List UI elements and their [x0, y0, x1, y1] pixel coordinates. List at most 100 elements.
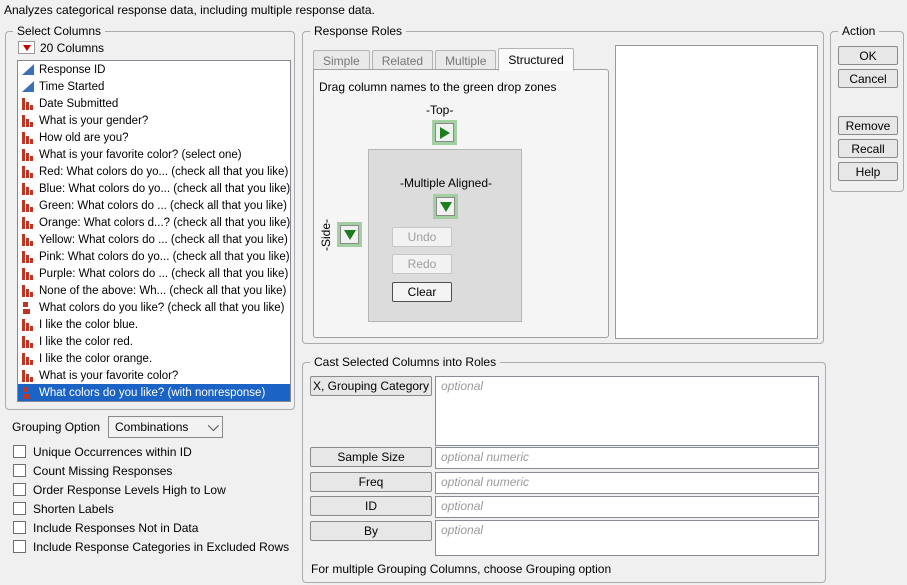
column-label: Green: What colors do ... (check all tha…: [39, 200, 287, 212]
column-label: I like the color orange.: [39, 353, 152, 365]
sample-size-field[interactable]: optional numeric: [435, 447, 819, 469]
list-item[interactable]: What is your favorite color?: [18, 367, 290, 384]
side-drop-zone-frame: [340, 225, 359, 244]
multiple-aligned-panel: -Multiple Aligned- Undo Redo Clear: [368, 149, 522, 322]
by-button[interactable]: By: [310, 521, 432, 541]
list-item[interactable]: Orange: What colors d...? (check all tha…: [18, 214, 290, 231]
list-item[interactable]: What is your favorite color? (select one…: [18, 146, 290, 163]
checkbox[interactable]: [13, 540, 26, 553]
id-placeholder: optional: [441, 499, 483, 513]
by-placeholder: optional: [441, 523, 483, 537]
cancel-button[interactable]: Cancel: [838, 69, 898, 88]
id-button[interactable]: ID: [310, 496, 432, 516]
nominal-column-icon: [22, 115, 34, 127]
dialog-description: Analyzes categorical response data, incl…: [4, 3, 375, 17]
checkbox-label: Count Missing Responses: [33, 464, 172, 478]
help-button[interactable]: Help: [838, 162, 898, 181]
id-field[interactable]: optional: [435, 496, 819, 518]
checkbox-label: Include Responses Not in Data: [33, 521, 198, 535]
chevron-down-icon: [208, 420, 219, 431]
nominal-column-icon: [22, 370, 34, 382]
response-roles-group: Response Roles SimpleRelatedMultipleStru…: [302, 31, 824, 344]
x-grouping-category-field[interactable]: optional: [435, 376, 819, 446]
redo-button[interactable]: Redo: [392, 254, 452, 274]
option-row: Include Responses Not in Data: [13, 521, 289, 534]
x-grouping-category-placeholder: optional: [441, 379, 483, 393]
list-item[interactable]: What colors do you like? (with nonrespon…: [18, 384, 290, 401]
select-columns-title: Select Columns: [13, 24, 105, 38]
top-drop-zone[interactable]: [432, 120, 457, 145]
tab-structured[interactable]: Structured: [498, 48, 573, 71]
nominal-column-icon: [22, 166, 34, 178]
multiple-aligned-label: -Multiple Aligned-: [369, 176, 523, 190]
list-item[interactable]: Blue: What colors do yo... (check all th…: [18, 180, 290, 197]
red-triangle-icon: [23, 45, 31, 51]
column-label: Response ID: [39, 64, 105, 76]
selected-roles-list[interactable]: [615, 45, 818, 339]
list-item[interactable]: None of the above: Wh... (check all that…: [18, 282, 290, 299]
grouping-option-select[interactable]: Combinations: [108, 416, 223, 438]
list-item[interactable]: Response ID: [18, 61, 290, 78]
list-item[interactable]: What is your gender?: [18, 112, 290, 129]
list-item[interactable]: I like the color orange.: [18, 350, 290, 367]
nominal-column-icon: [22, 98, 34, 110]
column-label: Time Started: [39, 81, 104, 93]
option-row: Shorten Labels: [13, 502, 289, 515]
clear-button[interactable]: Clear: [392, 282, 452, 302]
checkbox[interactable]: [13, 521, 26, 534]
remove-button[interactable]: Remove: [838, 116, 898, 135]
option-row: Include Response Categories in Excluded …: [13, 540, 289, 553]
list-item[interactable]: Red: What colors do yo... (check all tha…: [18, 163, 290, 180]
columns-menu-button[interactable]: [18, 41, 35, 54]
grouping-hint: For multiple Grouping Columns, choose Gr…: [311, 562, 611, 576]
multiple-aligned-drop-zone-frame: [436, 197, 455, 216]
column-label: Pink: What colors do yo... (check all th…: [39, 251, 290, 263]
list-item[interactable]: How old are you?: [18, 129, 290, 146]
column-list[interactable]: Response IDTime StartedDate SubmittedWha…: [17, 60, 291, 402]
multiple-aligned-drop-zone[interactable]: [433, 194, 458, 219]
checkbox[interactable]: [13, 502, 26, 515]
list-item[interactable]: What colors do you like? (check all that…: [18, 299, 290, 316]
freq-field[interactable]: optional numeric: [435, 472, 819, 494]
list-item[interactable]: Date Submitted: [18, 95, 290, 112]
checkbox-label: Unique Occurrences within ID: [33, 445, 192, 459]
tab-simple[interactable]: Simple: [313, 50, 370, 70]
categorical-launch-dialog: Analyzes categorical response data, incl…: [0, 0, 907, 585]
list-item[interactable]: Green: What colors do ... (check all tha…: [18, 197, 290, 214]
recall-button[interactable]: Recall: [838, 139, 898, 158]
list-item[interactable]: Yellow: What colors do ... (check all th…: [18, 231, 290, 248]
ok-button[interactable]: OK: [838, 46, 898, 65]
list-item[interactable]: I like the color blue.: [18, 316, 290, 333]
multiple-response-column-icon: [22, 302, 34, 314]
list-item[interactable]: Time Started: [18, 78, 290, 95]
nominal-column-icon: [22, 183, 34, 195]
freq-button[interactable]: Freq: [310, 472, 432, 492]
checkbox[interactable]: [13, 464, 26, 477]
nominal-column-icon: [22, 217, 34, 229]
cast-roles-group: Cast Selected Columns into Roles X, Grou…: [302, 362, 826, 583]
top-drop-zone-frame: [435, 123, 454, 142]
option-row: Unique Occurrences within ID: [13, 445, 289, 458]
column-label: What colors do you like? (check all that…: [39, 302, 284, 314]
nominal-column-icon: [22, 336, 34, 348]
side-drop-zone[interactable]: [337, 222, 362, 247]
column-label: Orange: What colors d...? (check all tha…: [39, 217, 290, 229]
list-item[interactable]: I like the color red.: [18, 333, 290, 350]
tab-related[interactable]: Related: [372, 50, 433, 70]
green-arrow-down-icon: [440, 202, 452, 212]
tab-multiple[interactable]: Multiple: [435, 50, 496, 70]
nominal-column-icon: [22, 285, 34, 297]
green-arrow-right-icon: [440, 127, 450, 139]
sample-size-button[interactable]: Sample Size: [310, 447, 432, 467]
list-item[interactable]: Purple: What colors do ... (check all th…: [18, 265, 290, 282]
list-item[interactable]: Pink: What colors do yo... (check all th…: [18, 248, 290, 265]
checkbox[interactable]: [13, 445, 26, 458]
x-grouping-category-button[interactable]: X, Grouping Category: [310, 376, 432, 396]
options-checkbox-area: Unique Occurrences within ID Count Missin…: [13, 445, 289, 553]
checkbox[interactable]: [13, 483, 26, 496]
top-drop-label: -Top-: [426, 103, 453, 117]
by-field[interactable]: optional: [435, 520, 819, 556]
checkbox-label: Include Response Categories in Excluded …: [33, 540, 289, 554]
undo-button[interactable]: Undo: [392, 227, 452, 247]
column-label: Blue: What colors do yo... (check all th…: [39, 183, 290, 195]
